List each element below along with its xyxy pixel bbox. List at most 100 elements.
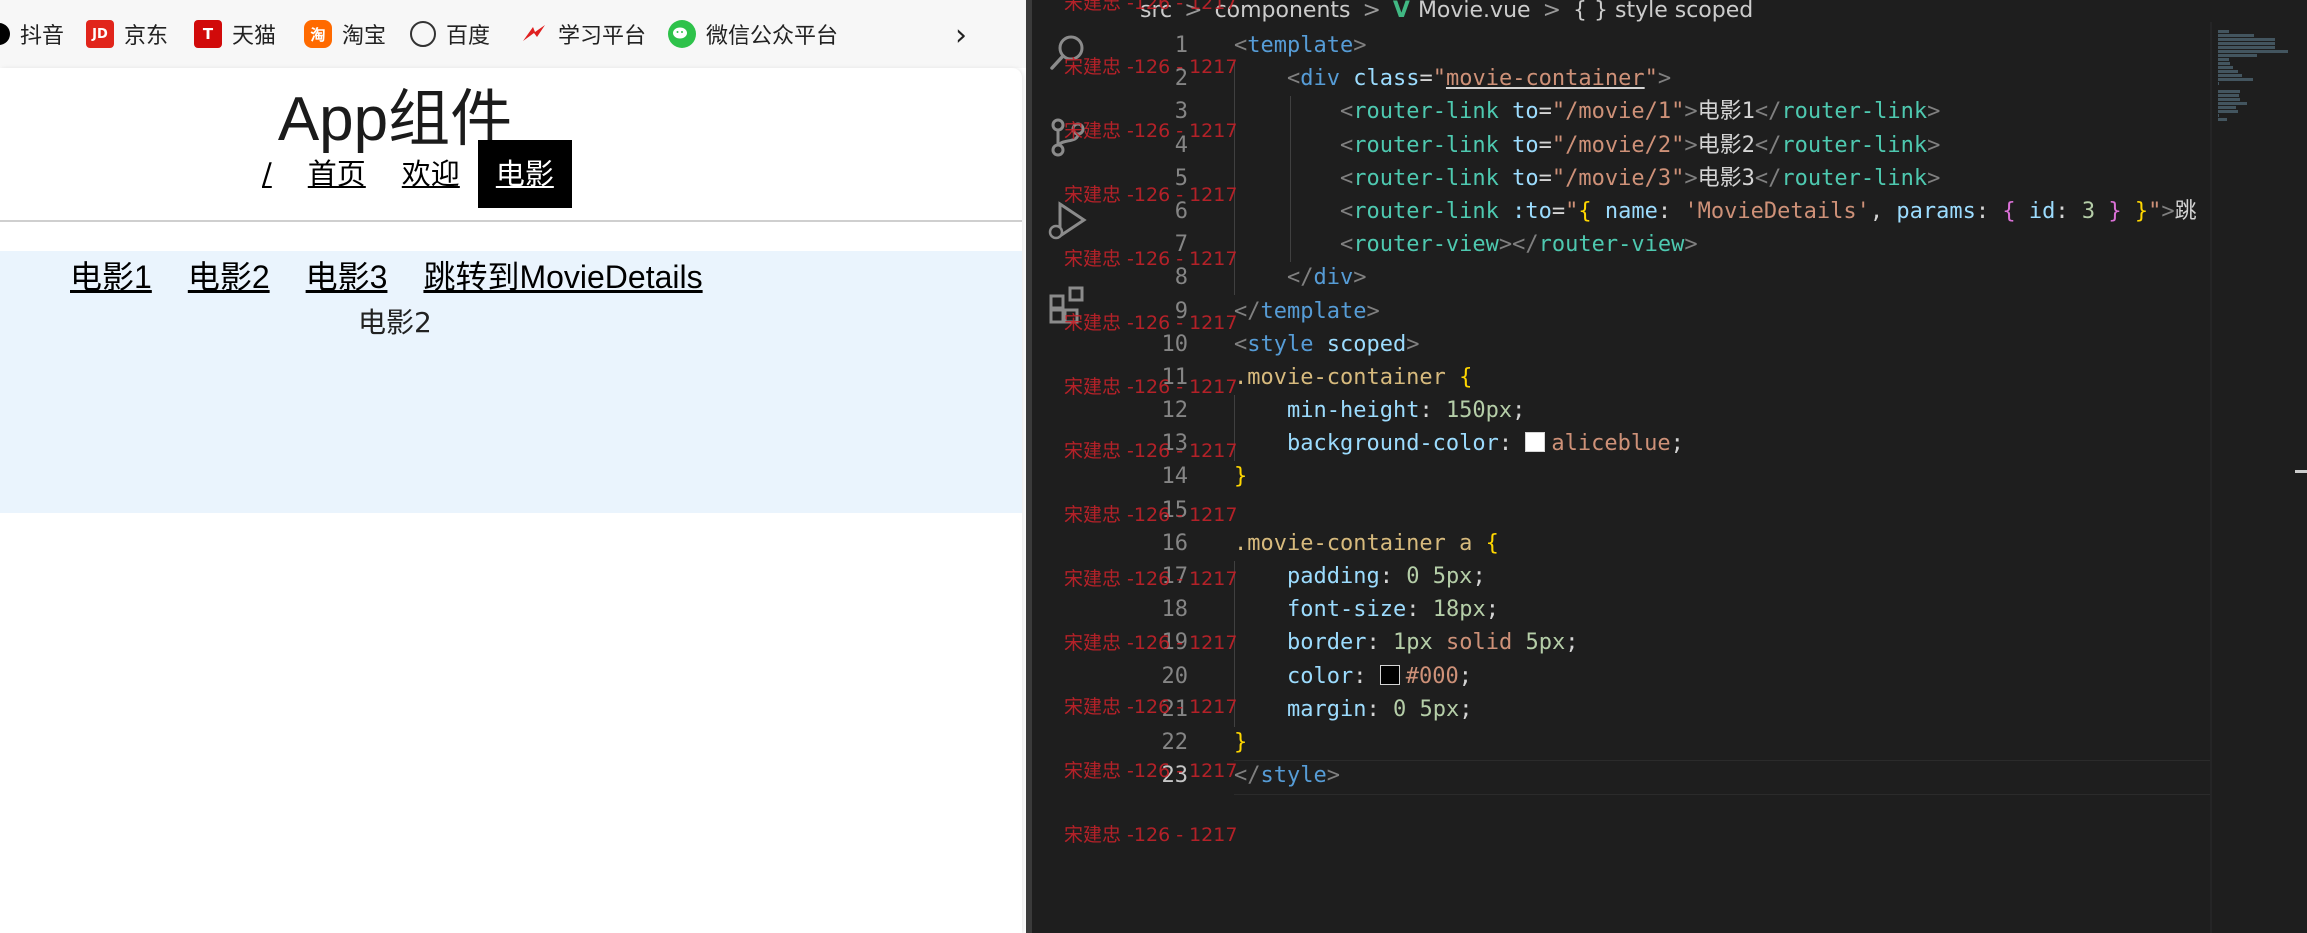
minimap-line	[2218, 70, 2238, 73]
bookmark-jd[interactable]: JD 京东	[86, 16, 168, 52]
code-token: ;	[1459, 696, 1473, 722]
bookmark-tmall[interactable]: T 天猫	[194, 16, 276, 52]
code-token: 跳	[2174, 198, 2197, 224]
movie-container: 电影1 电影2 电影3 跳转到MovieDetails 电影2	[0, 251, 1022, 513]
code-text: }	[1234, 726, 1247, 759]
breadcrumb-item[interactable]: { } style scoped	[1573, 0, 1753, 23]
wechat-icon	[668, 20, 696, 48]
code-token: }	[1234, 729, 1248, 755]
movie-link-2[interactable]: 电影2	[188, 252, 270, 298]
code-token: "	[2148, 198, 2162, 224]
breadcrumb-item[interactable]: Movie.vue	[1418, 0, 1531, 23]
code-token: >	[1684, 165, 1698, 191]
code-token: "	[1644, 66, 1658, 92]
bookmarks-bar: 抖音 JD 京东 T 天猫 淘 淘宝 百度 学习平台 微信公众平台 ›	[0, 0, 1026, 68]
code-token: div	[1313, 265, 1354, 291]
code-token: style	[1247, 331, 1314, 357]
code-token: min-height	[1286, 398, 1420, 424]
color-swatch[interactable]	[1525, 432, 1546, 453]
bookmark-baidu[interactable]: 百度	[410, 16, 490, 52]
minimap-line	[2218, 90, 2240, 93]
code-text: border: 1px solid 5px;	[1234, 626, 1578, 659]
watermark-text: 宋建忠 -126 - 1217	[1064, 824, 1238, 846]
movie-link-3[interactable]: 电影3	[306, 252, 388, 298]
bookmark-douyin[interactable]: 抖音	[0, 16, 64, 52]
code-token: "	[1432, 66, 1446, 92]
watermark-text: 宋建忠 -126 - 1217	[1064, 760, 1238, 782]
minimap-line	[2218, 46, 2276, 49]
minimap-line	[2218, 34, 2255, 37]
code-token: 0 5px	[1392, 696, 1460, 722]
nav-link-movie[interactable]: 电影	[477, 140, 572, 208]
code-token: ;	[1512, 398, 1526, 424]
code-token: router-link	[1353, 99, 1499, 125]
minimap-line	[2218, 62, 2231, 65]
nav-link-welcome[interactable]: 欢迎	[384, 140, 478, 208]
code-token: 0 5px	[1406, 564, 1473, 589]
code-token: margin	[1286, 696, 1367, 722]
code-token: router-link	[1353, 165, 1499, 191]
bookmark-study-platform[interactable]: 学习平台	[520, 16, 646, 52]
code-token: :	[2055, 198, 2082, 224]
code-token: 3	[2081, 198, 2096, 224]
color-swatch[interactable]	[1379, 664, 1400, 685]
minimap[interactable]	[2212, 22, 2307, 933]
bookmark-wechat[interactable]: 微信公众平台	[668, 16, 838, 52]
code-token: template	[1247, 33, 1354, 58]
code-token: =	[1419, 66, 1433, 92]
code-token: ></	[1498, 232, 1539, 258]
code-token: 电影2	[1697, 132, 1755, 158]
minimap-line	[2218, 118, 2227, 121]
code-token: :	[1406, 597, 1433, 623]
movie-details-link[interactable]: 跳转到MovieDetails	[423, 252, 702, 298]
code-token: {	[2002, 198, 2016, 224]
app-nav: / 首页 欢迎 电影	[244, 140, 572, 208]
code-text: </style>	[1234, 759, 1340, 792]
nav-link-root[interactable]: /	[244, 140, 290, 208]
watermark-text: 宋建忠 -126 - 1217	[1064, 632, 1238, 654]
minimap-line	[2218, 30, 2229, 33]
code-text: <div class="movie-container">	[1234, 62, 1671, 95]
line-number: 16	[1161, 530, 1189, 556]
nav-link-home[interactable]: 首页	[290, 140, 384, 208]
bookmark-taobao[interactable]: 淘 淘宝	[304, 16, 386, 52]
watermark-text: 宋建忠 -126 - 1217	[1064, 120, 1238, 142]
code-token: router-link	[1353, 132, 1499, 158]
code-text: background-color: aliceblue;	[1234, 427, 1684, 460]
code-token: </	[1754, 99, 1782, 125]
code-token: :	[1366, 696, 1393, 722]
code-token: <	[1339, 132, 1354, 158]
code-token: </	[1234, 763, 1261, 789]
code-token: <	[1339, 165, 1354, 191]
code-token: #000	[1405, 663, 1459, 689]
line-number: 22	[1161, 729, 1189, 755]
code-token: :	[1366, 630, 1393, 656]
code-token: 1px	[1392, 630, 1433, 656]
code-token: {	[1485, 530, 1499, 556]
code-token: router-link	[1781, 132, 1928, 158]
chevron-right-icon[interactable]: ›	[955, 18, 967, 53]
code-token: router-view	[1538, 232, 1685, 258]
minimap-line	[2218, 42, 2276, 45]
code-token: =	[1538, 165, 1552, 191]
minimap-line	[2218, 38, 2276, 41]
code-token: aliceblue	[1551, 431, 1671, 457]
code-token: <	[1339, 232, 1354, 258]
code-token: ;	[1485, 597, 1499, 623]
watermark-text: 宋建忠 -126 - 1217	[1064, 696, 1238, 718]
scrollbar-thumb[interactable]	[2295, 470, 2307, 473]
bookmark-label: 微信公众平台	[706, 24, 839, 49]
movie-link-1[interactable]: 电影1	[70, 252, 152, 298]
